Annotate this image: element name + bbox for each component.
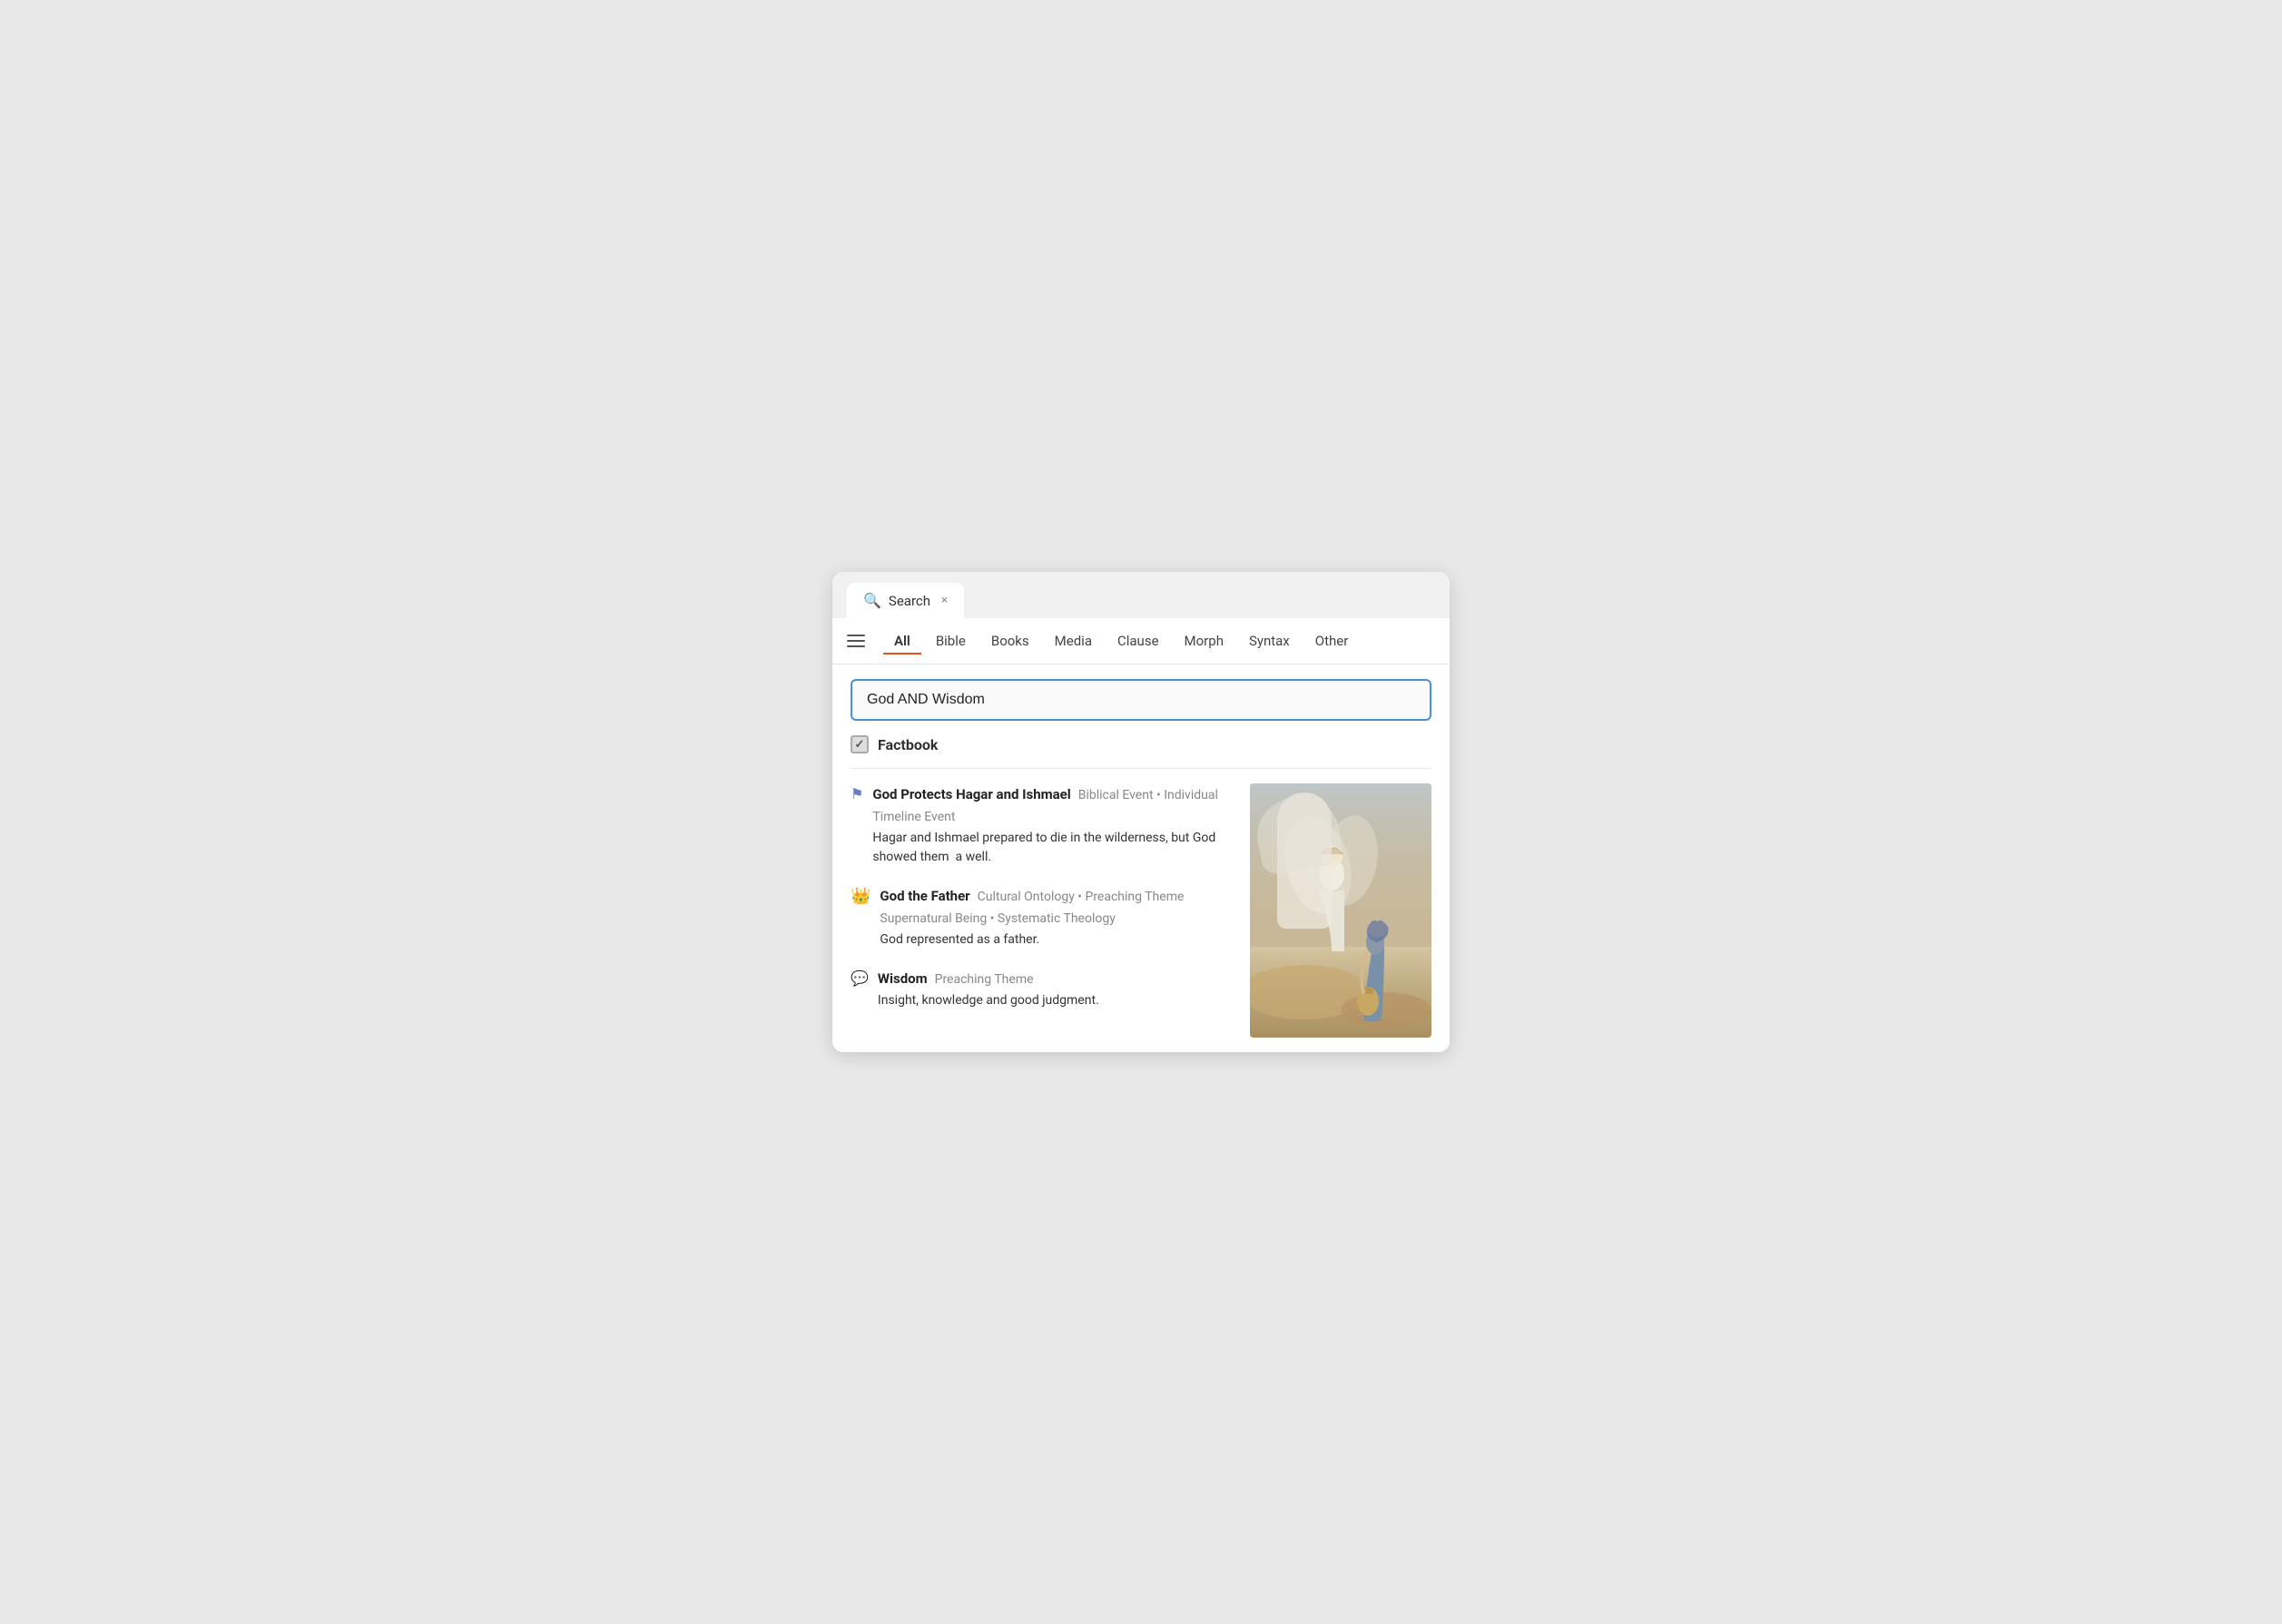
search-tab[interactable]: 🔍 Search ×	[847, 583, 964, 618]
tab-media[interactable]: Media	[1044, 627, 1103, 655]
hamburger-menu-button[interactable]	[847, 635, 865, 647]
result-item[interactable]: 💬 Wisdom Preaching Theme Insight, knowle…	[851, 968, 1235, 1010]
tab-other[interactable]: Other	[1304, 627, 1360, 655]
result-description: God represented as a father.	[880, 930, 1235, 950]
result-title-row: Wisdom Preaching Theme	[878, 968, 1099, 989]
chat-bubble-icon: 💬	[851, 969, 869, 1010]
main-content: Factbook ⚑ God Protects Hagar and Ishmae…	[832, 664, 1450, 1052]
crown-icon: 👑	[851, 887, 871, 950]
result-content-god-father: God the Father Cultural Ontology • Preac…	[880, 885, 1235, 950]
result-tags: Preaching Theme	[935, 972, 1034, 987]
tab-books[interactable]: Books	[980, 627, 1040, 655]
search-input[interactable]	[851, 679, 1431, 721]
results-area: ⚑ God Protects Hagar and Ishmael Biblica…	[851, 783, 1431, 1038]
tab-bible[interactable]: Bible	[925, 627, 977, 655]
tab-morph[interactable]: Morph	[1174, 627, 1234, 655]
factbook-header: Factbook	[851, 735, 1431, 753]
tab-close-button[interactable]: ×	[941, 594, 948, 607]
result-description: Hagar and Ishmael prepared to die in the…	[872, 829, 1235, 867]
result-title: Wisdom	[878, 970, 928, 987]
nav-bar: All Bible Books Media Clause Morph Synta…	[832, 618, 1450, 664]
tab-all[interactable]: All	[883, 627, 921, 655]
results-list: ⚑ God Protects Hagar and Ishmael Biblica…	[851, 783, 1235, 1038]
factbook-checkbox[interactable]	[851, 735, 869, 753]
thumbnail-container	[1250, 783, 1431, 1038]
result-content-hagar: God Protects Hagar and Ishmael Biblical …	[872, 783, 1235, 867]
search-input-container	[851, 679, 1431, 721]
result-title-row: God the Father Cultural Ontology • Preac…	[880, 885, 1235, 929]
thumbnail-svg	[1250, 783, 1431, 1038]
result-title-row: God Protects Hagar and Ishmael Biblical …	[872, 783, 1235, 827]
tab-bar: 🔍 Search ×	[832, 572, 1450, 618]
result-title: God Protects Hagar and Ishmael	[872, 786, 1070, 802]
search-icon: 🔍	[863, 592, 881, 609]
result-content-wisdom: Wisdom Preaching Theme Insight, knowledg…	[878, 968, 1099, 1010]
app-window: 🔍 Search × All Bible Books Media Clause …	[832, 572, 1450, 1052]
result-item[interactable]: ⚑ God Protects Hagar and Ishmael Biblica…	[851, 783, 1235, 867]
result-title: God the Father	[880, 888, 969, 904]
divider	[851, 768, 1431, 769]
tab-syntax[interactable]: Syntax	[1238, 627, 1301, 655]
result-item[interactable]: 👑 God the Father Cultural Ontology • Pre…	[851, 885, 1235, 950]
nav-tabs: All Bible Books Media Clause Morph Synta…	[883, 627, 1359, 655]
flag-icon: ⚑	[851, 785, 863, 867]
factbook-label: Factbook	[878, 736, 938, 753]
thumbnail-image	[1250, 783, 1431, 1038]
tab-clause[interactable]: Clause	[1107, 627, 1170, 655]
result-description: Insight, knowledge and good judgment.	[878, 991, 1099, 1010]
tab-title: Search	[889, 593, 930, 609]
